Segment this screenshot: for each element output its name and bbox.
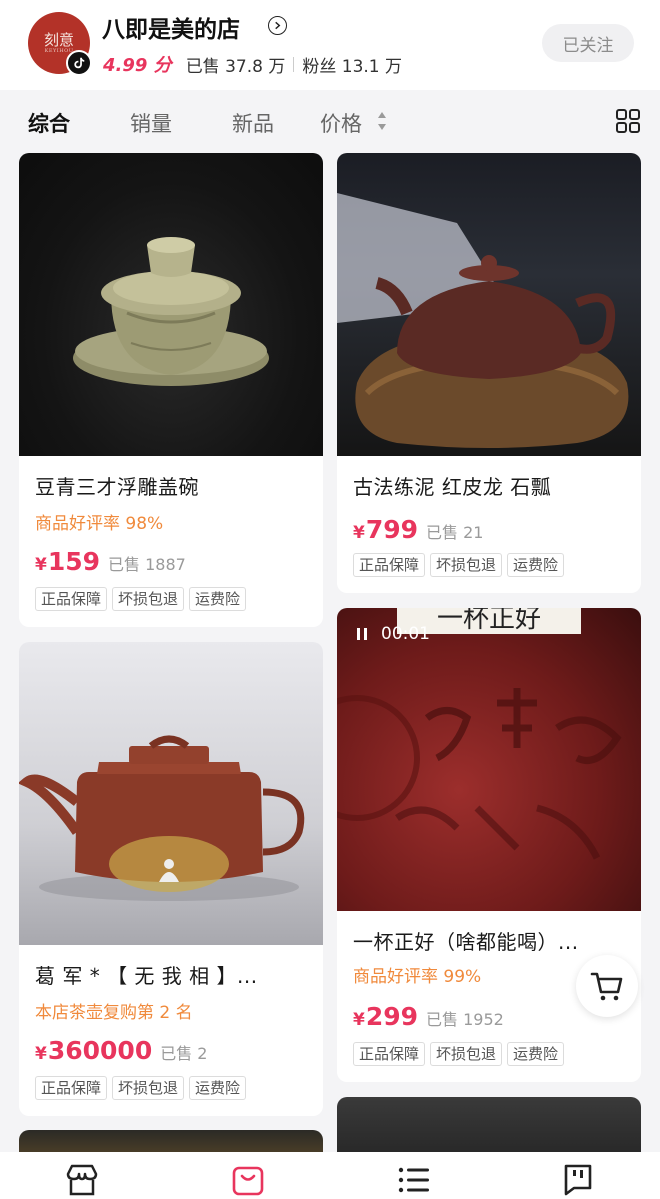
tag-damage-return: 坏损包退: [430, 553, 503, 577]
shop-logo-text: 刻意: [43, 31, 74, 49]
service-tags: 正品保障 坏损包退 运费险: [35, 1076, 247, 1100]
product-sold: 已售 1952: [426, 1010, 504, 1029]
product-rank-line: 本店茶壶复购第 2 名: [35, 1003, 193, 1023]
tag-shipping-insurance: 运费险: [189, 587, 247, 611]
product-sold: 已售 2: [160, 1044, 208, 1063]
product-price: ¥799: [353, 515, 419, 544]
sort-tab-comprehensive[interactable]: 综合: [28, 108, 70, 138]
product-sold: 已售 1887: [108, 555, 186, 574]
product-title[interactable]: 古法练泥 红皮龙 石瓢: [353, 471, 551, 500]
tag-shipping-insurance: 运费险: [189, 1076, 247, 1100]
product-title[interactable]: 一杯正好（啥都能喝）...: [353, 926, 579, 955]
follow-button[interactable]: 已关注: [542, 24, 634, 62]
tag-authentic: 正品保障: [353, 553, 426, 577]
product-card[interactable]: 豆青三才浮雕盖碗 商品好评率 98% ¥159 已售 1887 正品保障 坏损包…: [19, 153, 323, 627]
sort-tab-price[interactable]: 价格: [320, 108, 362, 138]
product-image[interactable]: [337, 153, 641, 456]
service-tags: 正品保障 坏损包退 运费险: [35, 587, 247, 611]
product-rating-line: 商品好评率 99%: [353, 967, 482, 987]
price-row: ¥360000 已售 2: [35, 1036, 208, 1065]
tag-authentic: 正品保障: [35, 587, 108, 611]
product-card[interactable]: 古法练泥 红皮龙 石瓢 ¥799 已售 21 正品保障 坏损包退 运费险: [337, 153, 641, 593]
chevron-right-icon[interactable]: [268, 16, 287, 35]
service-tags: 正品保障 坏损包退 运费险: [353, 1042, 565, 1066]
product-card[interactable]: 葛 军 * 【 无 我 相 】... 本店茶壶复购第 2 名 ¥360000 已…: [19, 642, 323, 1116]
product-video[interactable]: 一杯正好 00:01: [337, 608, 641, 911]
store-icon[interactable]: [64, 1162, 100, 1196]
sort-tab-new[interactable]: 新品: [232, 108, 274, 138]
tag-damage-return: 坏损包退: [112, 1076, 185, 1100]
tag-shipping-insurance: 运费险: [507, 553, 565, 577]
shop-header: 刻意 KEYIHOU 八即是美的店 4.99 分 已售 37.8 万 粉丝 13…: [0, 0, 660, 90]
bottom-nav: [0, 1152, 660, 1199]
shop-fans: 粉丝 13.1 万: [302, 56, 403, 77]
video-status: 00:01: [355, 624, 430, 644]
product-price: ¥299: [353, 1002, 419, 1031]
tag-authentic: 正品保障: [35, 1076, 108, 1100]
product-sold: 已售 21: [426, 523, 484, 542]
sort-arrows-icon: [378, 112, 386, 130]
shop-score: 4.99 分: [103, 55, 172, 76]
product-image[interactable]: [19, 153, 323, 456]
video-time: 00:01: [381, 624, 430, 644]
tiktok-icon: [66, 50, 92, 76]
price-row: ¥799 已售 21: [353, 515, 483, 544]
product-title[interactable]: 葛 军 * 【 无 我 相 】...: [35, 960, 258, 989]
service-tags: 正品保障 坏损包退 运费险: [353, 553, 565, 577]
sort-tab-sales[interactable]: 销量: [130, 108, 172, 138]
tag-damage-return: 坏损包退: [112, 587, 185, 611]
shopping-bag-icon[interactable]: [230, 1162, 266, 1196]
product-price: ¥360000: [35, 1036, 153, 1065]
price-row: ¥299 已售 1952: [353, 1002, 504, 1031]
list-icon[interactable]: [396, 1162, 432, 1196]
product-title[interactable]: 豆青三才浮雕盖碗: [35, 471, 199, 500]
cart-icon: [590, 972, 623, 1001]
sort-bar: 综合 销量 新品 价格: [0, 90, 660, 152]
product-price: ¥159: [35, 547, 101, 576]
divider: [293, 56, 295, 72]
price-row: ¥159 已售 1887: [35, 547, 186, 576]
chat-icon[interactable]: [560, 1162, 596, 1196]
pause-icon[interactable]: [355, 626, 369, 642]
product-rating-line: 商品好评率 98%: [35, 514, 164, 534]
tag-shipping-insurance: 运费险: [507, 1042, 565, 1066]
grid-view-icon[interactable]: [615, 108, 641, 134]
tag-damage-return: 坏损包退: [430, 1042, 503, 1066]
shop-name[interactable]: 八即是美的店: [102, 10, 240, 44]
tag-authentic: 正品保障: [353, 1042, 426, 1066]
cart-button[interactable]: [576, 955, 638, 1017]
shop-stats: 4.99 分 已售 37.8 万 粉丝 13.1 万: [103, 51, 402, 77]
shop-sold: 已售 37.8 万: [185, 56, 286, 77]
product-image[interactable]: [19, 642, 323, 945]
